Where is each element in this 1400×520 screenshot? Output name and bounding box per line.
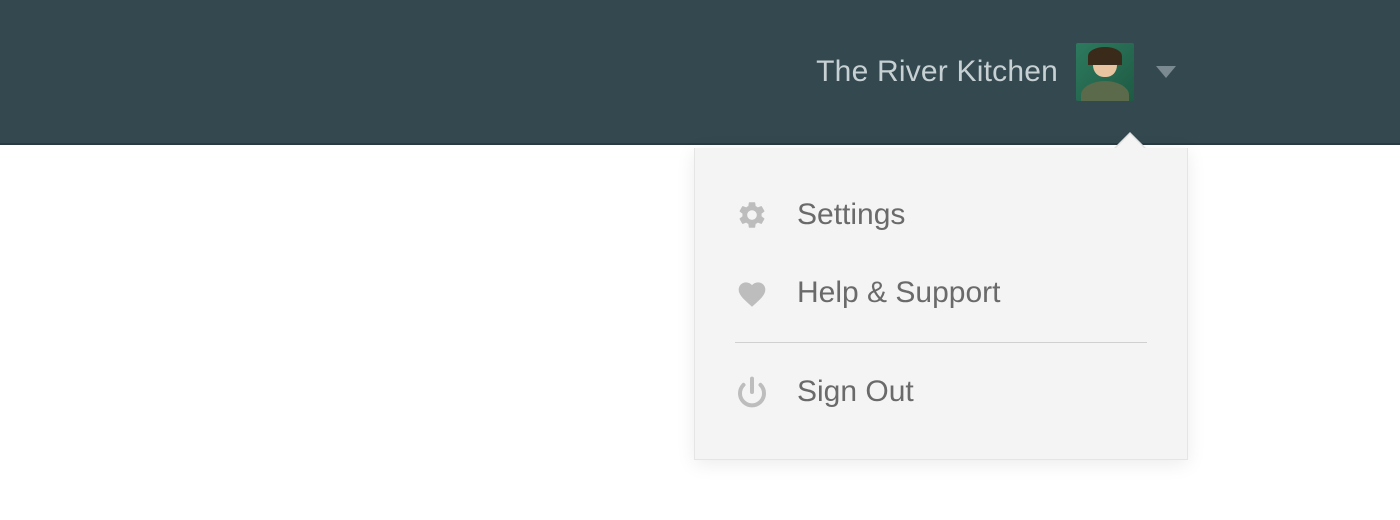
app-header: The River Kitchen xyxy=(0,0,1400,145)
menu-item-label: Settings xyxy=(797,198,905,232)
menu-item-label: Sign Out xyxy=(797,375,914,409)
account-menu-trigger[interactable]: The River Kitchen xyxy=(816,43,1176,101)
chevron-down-icon xyxy=(1156,66,1176,78)
menu-item-help[interactable]: Help & Support xyxy=(695,254,1187,332)
gear-icon xyxy=(735,198,769,232)
menu-divider xyxy=(735,342,1147,343)
heart-icon xyxy=(735,276,769,310)
avatar xyxy=(1076,43,1134,101)
account-name: The River Kitchen xyxy=(816,55,1058,89)
menu-item-signout[interactable]: Sign Out xyxy=(695,353,1187,431)
account-dropdown: Settings Help & Support Sign Out xyxy=(694,148,1188,460)
dropdown-arrow xyxy=(1115,134,1145,149)
menu-item-label: Help & Support xyxy=(797,276,1000,310)
power-icon xyxy=(735,375,769,409)
menu-item-settings[interactable]: Settings xyxy=(695,176,1187,254)
